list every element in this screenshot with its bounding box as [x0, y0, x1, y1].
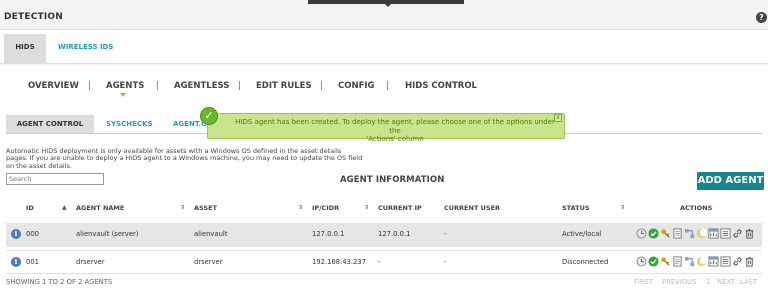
cell-status: Active/local — [562, 230, 602, 238]
pagination-last[interactable]: LAST — [740, 278, 757, 286]
nav-config[interactable]: CONFIG — [338, 81, 375, 91]
column-header-status[interactable]: STATUS — [562, 204, 590, 212]
tab-hids[interactable]: HIDS — [4, 34, 46, 64]
page-title: DETECTION — [4, 12, 63, 22]
column-header-id[interactable]: ID — [26, 204, 34, 212]
table-row[interactable]: i 000 alienvault (server) alienvault 127… — [6, 223, 762, 247]
list-icon[interactable] — [720, 256, 731, 267]
check-icon[interactable] — [648, 228, 659, 239]
nav-agents[interactable]: AGENTS — [106, 81, 144, 91]
column-header-actions: ACTIONS — [680, 204, 713, 212]
column-header-agent-name[interactable]: AGENT NAME — [76, 204, 124, 212]
notice-line: on the asset details. — [6, 161, 72, 170]
hids-main-nav: OVERVIEW | AGENTS | AGENTLESS | EDIT RUL… — [0, 81, 768, 95]
row-count: SHOWING 1 TO 2 OF 2 AGENTS — [6, 278, 113, 286]
notification-line: HIDS agent has been created. To deploy t… — [235, 118, 555, 135]
add-agent-button[interactable]: ADD AGENT — [697, 172, 764, 190]
clock-icon[interactable] — [636, 228, 647, 239]
tab-wireless-ids[interactable]: WIRELESS IDS — [58, 34, 113, 60]
table-title: AGENT INFORMATION — [340, 175, 445, 185]
subtab-agent-control[interactable]: AGENT CONTROL — [6, 115, 94, 133]
nav-overview[interactable]: OVERVIEW — [28, 81, 79, 91]
trash-icon[interactable] — [744, 228, 755, 239]
cell-ip-cidr: 192.168.43.237 — [312, 258, 367, 266]
cell-status: Disconnected — [562, 258, 609, 266]
deployment-notice: Automatic HIDS deployment is only availa… — [6, 147, 386, 170]
table-header: ID ▲ AGENT NAME ⇕ ASSET ⇕ IP/CIDR ⇕ CURR… — [6, 199, 762, 219]
pagination-next[interactable]: NEXT — [717, 278, 735, 286]
success-notification: HIDS agent has been created. To deploy t… — [207, 113, 565, 143]
pagination-previous[interactable]: PREVIOUS — [662, 278, 696, 286]
cell-asset: alienvault — [194, 230, 228, 238]
nav-separator: | — [238, 81, 241, 91]
document-icon[interactable] — [672, 256, 683, 267]
row-actions — [636, 228, 755, 242]
info-icon[interactable]: i — [11, 257, 21, 267]
column-header-current-ip[interactable]: CURRENT IP — [378, 204, 422, 212]
notification-message: HIDS agent has been created. To deploy t… — [230, 118, 560, 144]
nav-edit-rules[interactable]: EDIT RULES — [256, 81, 312, 91]
cell-id: 000 — [26, 230, 39, 238]
cell-current-user: - — [444, 258, 447, 266]
column-header-ip-cidr[interactable]: IP/CIDR — [312, 204, 339, 212]
nav-separator: | — [386, 81, 389, 91]
moon-icon[interactable] — [696, 256, 707, 267]
cell-agent-name: alienvault (server) — [76, 230, 139, 238]
nav-separator: | — [320, 81, 323, 91]
menu-handle-arrow-icon — [384, 3, 392, 7]
list-icon[interactable] — [720, 228, 731, 239]
trash-icon[interactable] — [744, 256, 755, 267]
nav-hids-control[interactable]: HIDS CONTROL — [405, 81, 477, 91]
cell-current-ip: 127.0.0.1 — [378, 230, 411, 238]
success-check-icon: ✓ — [200, 107, 218, 125]
close-icon[interactable]: x — [554, 114, 562, 122]
cell-agent-name: drserver — [76, 258, 105, 266]
detection-tabs: HIDS WIRELESS IDS — [0, 30, 768, 64]
key-icon[interactable] — [660, 256, 671, 267]
key-icon[interactable] — [660, 228, 671, 239]
check-icon[interactable] — [648, 256, 659, 267]
chart-icon[interactable] — [708, 228, 719, 239]
nav-separator: | — [88, 81, 91, 91]
cell-ip-cidr: 127.0.0.1 — [312, 230, 345, 238]
sort-icon[interactable]: ⇕ — [180, 204, 185, 211]
search-input[interactable] — [6, 173, 104, 185]
column-header-asset[interactable]: ASSET — [194, 204, 217, 212]
cell-asset: drserver — [194, 258, 223, 266]
network-icon[interactable] — [684, 228, 695, 239]
clock-icon[interactable] — [636, 256, 647, 267]
help-icon[interactable]: ? — [756, 12, 767, 23]
table-row[interactable]: i 001 drserver drserver 192.168.43.237 -… — [6, 250, 762, 274]
moon-icon[interactable] — [696, 228, 707, 239]
sort-icon[interactable]: ⇕ — [298, 204, 303, 211]
chart-icon[interactable] — [708, 256, 719, 267]
info-icon[interactable]: i — [11, 229, 21, 239]
cell-id: 001 — [26, 258, 39, 266]
table-footer: SHOWING 1 TO 2 OF 2 AGENTS FIRST PREVIOU… — [6, 278, 762, 290]
notification-line: 'Actions' column — [366, 135, 424, 143]
nav-separator: | — [156, 81, 159, 91]
pagination-page[interactable]: 1 — [706, 278, 710, 286]
link-icon[interactable] — [732, 228, 743, 239]
link-icon[interactable] — [732, 256, 743, 267]
sort-asc-icon[interactable]: ▲ — [62, 204, 67, 211]
sort-icon[interactable]: ⇕ — [620, 204, 625, 211]
subtab-syschecks[interactable]: SYSCHECKS — [106, 115, 153, 133]
active-nav-indicator-icon — [120, 93, 126, 97]
column-header-current-user[interactable]: CURRENT USER — [444, 204, 500, 212]
cell-current-user: - — [444, 230, 447, 238]
document-icon[interactable] — [672, 228, 683, 239]
pagination-first[interactable]: FIRST — [634, 278, 653, 286]
row-actions — [636, 256, 755, 270]
content-panel: OVERVIEW | AGENTS | AGENTLESS | EDIT RUL… — [0, 65, 768, 297]
network-icon[interactable] — [684, 256, 695, 267]
nav-agentless[interactable]: AGENTLESS — [174, 81, 229, 91]
sort-icon[interactable]: ⇕ — [364, 204, 369, 211]
cell-current-ip: - — [378, 258, 381, 266]
